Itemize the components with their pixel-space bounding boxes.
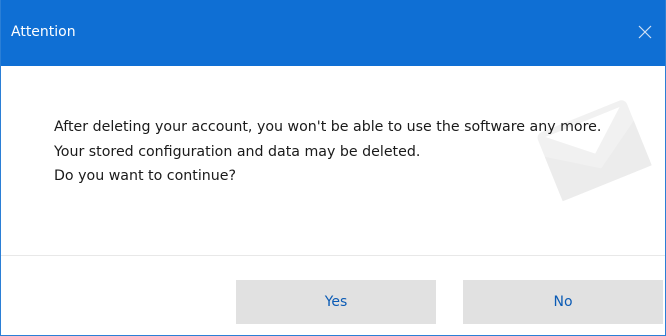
window-title: Attention: [11, 24, 76, 40]
message-line: Your stored configuration and data may b…: [54, 143, 421, 160]
message-line: Do you want to continue?: [54, 168, 237, 184]
title-bar[interactable]: Attention: [1, 0, 665, 66]
dialog-content: After deleting your account, you won't b…: [1, 66, 665, 256]
close-icon[interactable]: [633, 20, 657, 44]
no-button[interactable]: No: [463, 280, 663, 324]
dialog-footer: Yes No: [1, 256, 665, 335]
attention-dialog: Attention After deleting your account, y…: [0, 0, 666, 336]
message-line: After deleting your account, you won't b…: [54, 119, 602, 135]
message-text: After deleting your account, you won't b…: [54, 115, 654, 189]
yes-button[interactable]: Yes: [236, 280, 436, 324]
